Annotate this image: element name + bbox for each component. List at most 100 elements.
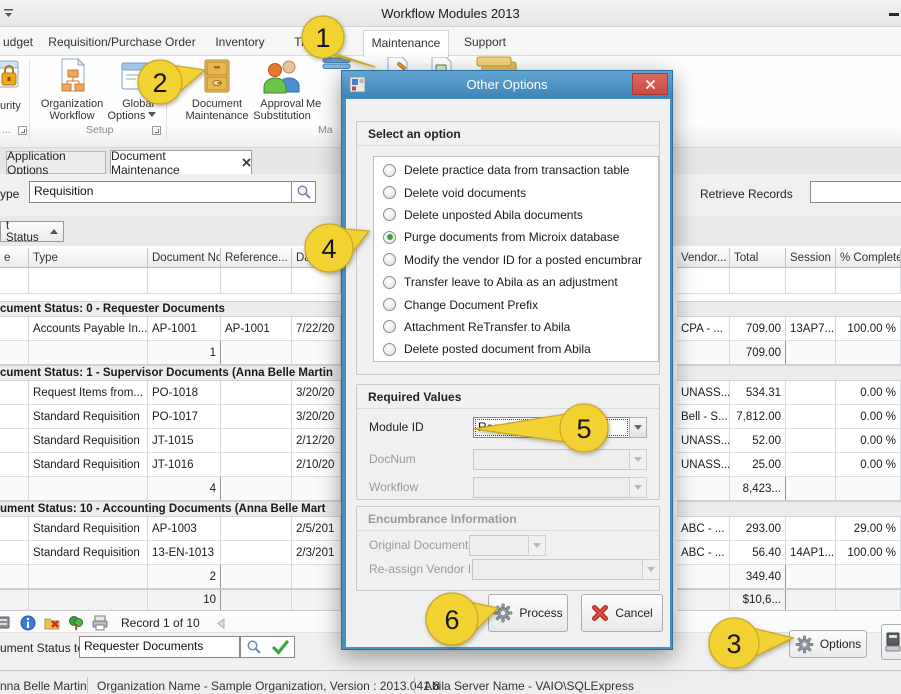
send-to-printer-button[interactable] <box>881 624 901 660</box>
table-header-row[interactable]: eTypeDocument NoReference...Date <box>0 248 341 268</box>
group-header-row[interactable] <box>677 501 901 517</box>
document-maintenance-label1[interactable]: Document <box>180 98 254 110</box>
minimize-button[interactable] <box>889 13 899 16</box>
organization-workflow-icon[interactable] <box>55 58 91 96</box>
me-button-label[interactable]: Me <box>306 98 336 110</box>
radio-option[interactable]: Modify the vendor ID for a posted encumb… <box>374 249 658 271</box>
folder-delete-icon[interactable] <box>44 615 60 631</box>
cell: ABC - ... <box>677 541 730 564</box>
tab-application-options[interactable]: Application Options <box>6 151 106 174</box>
security-lock-icon[interactable] <box>0 59 22 97</box>
print-icon[interactable] <box>92 615 108 631</box>
filter-row[interactable] <box>677 268 901 294</box>
radio-option[interactable]: Transfer leave to Abila as an adjustment <box>374 271 658 293</box>
table-header-row[interactable]: Vendor...TotalSession% Completed <box>677 248 901 268</box>
cell: 56.40 <box>730 541 786 564</box>
close-tab-icon[interactable] <box>242 158 251 167</box>
module-id-combo-arrow[interactable] <box>629 417 647 438</box>
table-row[interactable]: Bell - S...7,812.000.00 % <box>677 405 901 429</box>
export-icon[interactable] <box>0 615 11 631</box>
radio-option[interactable]: Attachment ReTransfer to Abila <box>374 316 658 338</box>
type-input[interactable]: Requisition <box>29 181 292 203</box>
radio-option[interactable]: Delete posted document from Abila <box>374 338 658 360</box>
cell: 100.00 % <box>836 317 901 340</box>
radio-option[interactable]: Delete void documents <box>374 181 658 203</box>
cell <box>292 565 341 588</box>
radio-icon[interactable] <box>383 231 396 244</box>
organization-workflow-label1[interactable]: Organization <box>36 98 108 110</box>
group-by-status-chip[interactable]: t Status <box>0 221 64 242</box>
folders-icon[interactable] <box>476 56 520 71</box>
module-id-combo[interactable]: Requisition <box>473 417 630 438</box>
approval-substitution-icon[interactable] <box>262 58 302 96</box>
apply-status-button[interactable] <box>266 636 295 658</box>
cell: Standard Requisition <box>29 517 148 540</box>
option-listbox: Delete practice data from transaction ta… <box>373 156 659 362</box>
tab-document-maintenance[interactable]: Document Maintenance <box>110 150 252 174</box>
retrieve-records-input[interactable] <box>810 181 901 203</box>
dialog-titlebar[interactable]: Other Options <box>342 71 672 98</box>
table-row[interactable]: UNASS...52.000.00 % <box>677 429 901 453</box>
ribbon-tab-requisition[interactable]: Requisition/Purchase Order <box>46 30 198 55</box>
table-row[interactable]: UNASS...25.000.00 % <box>677 453 901 477</box>
ribbon-tab-support[interactable]: Support <box>452 30 518 55</box>
approval-substitution-label2[interactable]: Substitution <box>246 110 318 122</box>
radio-icon[interactable] <box>383 276 396 289</box>
radio-option[interactable]: Purge documents from Microix database <box>374 226 658 248</box>
table-row[interactable]: CPA - ...709.0013AP7...100.00 % <box>677 317 901 341</box>
group-header-row[interactable]: cument Status: 0 - Requester Documents <box>0 301 341 317</box>
cell <box>292 590 341 610</box>
organization-workflow-label2[interactable]: Workflow <box>36 110 108 122</box>
ribbon-tab-inventory[interactable]: Inventory <box>204 30 276 55</box>
radio-icon[interactable] <box>383 208 396 221</box>
table-row[interactable]: Standard RequisitionJT-10152/12/20 <box>0 429 341 453</box>
status-to-search-button[interactable] <box>240 636 267 658</box>
radio-icon[interactable] <box>383 253 396 266</box>
radio-icon[interactable] <box>383 298 396 311</box>
document-check-icon[interactable] <box>428 56 454 71</box>
table-row[interactable]: Standard RequisitionPO-10173/20/20 <box>0 405 341 429</box>
document-maintenance-label2[interactable]: Maintenance <box>180 110 254 122</box>
table-row[interactable]: UNASS...534.310.00 % <box>677 381 901 405</box>
setup-group-launcher-icon[interactable] <box>152 126 161 135</box>
table-row[interactable]: ABC - ...56.4014AP1...100.00 % <box>677 541 901 565</box>
dialog-close-button[interactable] <box>632 73 668 95</box>
info-icon[interactable] <box>20 615 36 631</box>
filter-row[interactable] <box>0 268 341 294</box>
table-row[interactable]: Accounts Payable In...AP-1001AP-10017/22… <box>0 317 341 341</box>
table-row[interactable]: Standard Requisition13-EN-10132/3/201 <box>0 541 341 565</box>
group-header-row[interactable] <box>677 301 901 317</box>
group-header-row[interactable]: cument Status: 1 - Supervisor Documents … <box>0 365 341 381</box>
global-options-label2[interactable]: Options <box>104 110 160 122</box>
process-button[interactable]: Process <box>488 594 568 632</box>
radio-option[interactable]: Delete practice data from transaction ta… <box>374 159 658 181</box>
radio-option[interactable]: Change Document Prefix <box>374 293 658 315</box>
table-row[interactable]: Standard RequisitionJT-10162/10/20 <box>0 453 341 477</box>
table-row[interactable]: ABC - ...293.0029.00 % <box>677 517 901 541</box>
type-search-button[interactable] <box>291 181 316 203</box>
security-group-launcher-icon[interactable] <box>18 126 27 135</box>
ribbon-tab-maintenance[interactable]: Maintenance <box>363 30 449 57</box>
cancel-button[interactable]: Cancel <box>581 594 663 632</box>
table-row[interactable]: Standard RequisitionAP-10032/5/201 <box>0 517 341 541</box>
tree-icon[interactable] <box>68 615 84 631</box>
status-to-input[interactable]: Requester Documents <box>79 636 240 658</box>
radio-icon[interactable] <box>383 186 396 199</box>
radio-icon[interactable] <box>383 343 396 356</box>
options-button[interactable]: Options <box>789 630 867 658</box>
document-maintenance-icon[interactable] <box>198 58 236 96</box>
group-header-row[interactable]: ument Status: 10 - Accounting Documents … <box>0 501 341 517</box>
radio-icon[interactable] <box>383 164 396 177</box>
document-pencil-icon[interactable] <box>384 56 410 71</box>
radio-icon[interactable] <box>383 320 396 333</box>
security-button-label[interactable]: urity <box>0 100 26 112</box>
group-header-row[interactable] <box>677 365 901 381</box>
previous-record-icon[interactable] <box>216 618 226 629</box>
table-row[interactable]: Request Items from...PO-10183/20/20 <box>0 381 341 405</box>
global-options-label1[interactable]: Global <box>110 98 166 110</box>
ribbon-tab-budget[interactable]: udget <box>0 30 36 55</box>
cell <box>221 405 292 428</box>
ribbon-tab-time[interactable]: Ti <box>284 30 314 55</box>
radio-option[interactable]: Delete unposted Abila documents <box>374 204 658 226</box>
global-options-icon[interactable] <box>120 60 156 96</box>
